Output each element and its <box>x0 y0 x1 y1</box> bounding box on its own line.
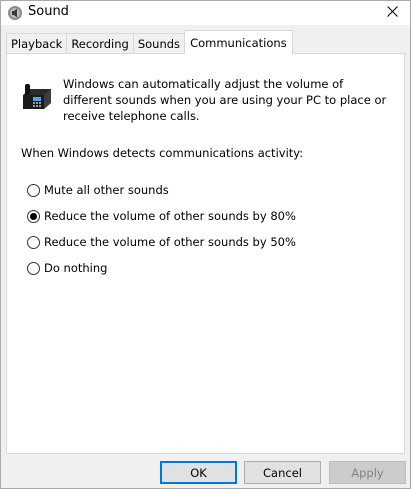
option-label: Reduce the volume of other sounds by 50% <box>44 235 296 249</box>
option-reduce-50[interactable]: Reduce the volume of other sounds by 50% <box>27 234 296 250</box>
tab-communications[interactable]: Communications <box>184 30 293 54</box>
radio-button[interactable] <box>27 261 40 275</box>
radio-button-selected[interactable] <box>27 209 40 223</box>
radio-button[interactable] <box>27 183 40 197</box>
option-mute-all[interactable]: Mute all other sounds <box>27 182 169 198</box>
speaker-icon <box>7 5 23 21</box>
option-reduce-80[interactable]: Reduce the volume of other sounds by 80% <box>27 208 296 224</box>
apply-button[interactable]: Apply <box>329 461 406 484</box>
window-title: Sound <box>28 4 69 19</box>
detect-activity-label: When Windows detects communications acti… <box>21 146 304 160</box>
radio-button[interactable] <box>27 235 40 249</box>
radio-dot <box>30 212 37 220</box>
option-do-nothing[interactable]: Do nothing <box>27 260 107 276</box>
sound-dialog: Sound Playback Recording Sounds Communic… <box>0 0 411 489</box>
option-label: Mute all other sounds <box>44 183 169 197</box>
telephone-icon <box>20 81 54 111</box>
cancel-button[interactable]: Cancel <box>244 461 321 484</box>
ok-button[interactable]: OK <box>160 461 237 484</box>
option-label: Do nothing <box>44 261 108 275</box>
option-label: Reduce the volume of other sounds by 80% <box>44 209 296 223</box>
tab-recording[interactable]: Recording <box>66 33 134 54</box>
communications-panel: Windows can automatically adjust the vol… <box>6 53 405 454</box>
title-bar: Sound <box>1 1 410 25</box>
communications-description: Windows can automatically adjust the vol… <box>63 77 387 123</box>
tab-playback[interactable]: Playback <box>6 33 68 54</box>
close-button[interactable] <box>382 3 402 23</box>
tab-sounds[interactable]: Sounds <box>132 33 186 54</box>
close-icon <box>386 6 398 20</box>
tab-strip: Playback Recording Sounds Communications <box>6 30 293 54</box>
